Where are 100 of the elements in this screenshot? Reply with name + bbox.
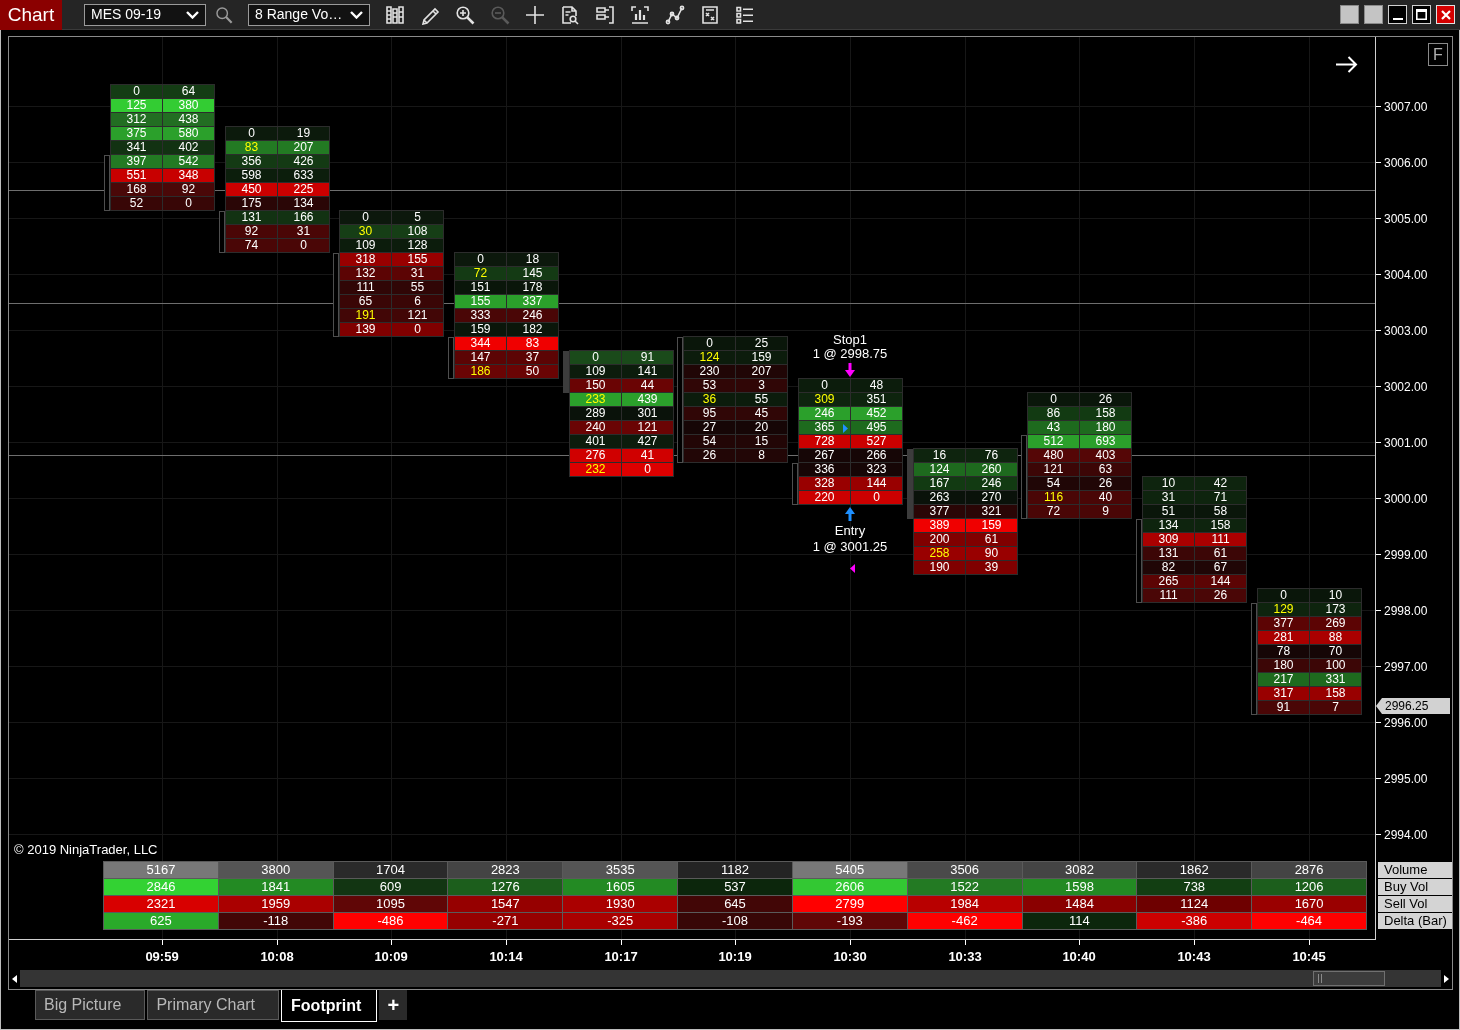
zoom-in-icon[interactable] [455, 4, 475, 25]
ask-volume-cell: 5 [392, 211, 443, 224]
summary-cell: -486 [333, 913, 448, 929]
ask-volume-cell: 321 [966, 505, 1017, 518]
interval-dropdown[interactable]: 8 Range Vo… [248, 3, 370, 26]
tab[interactable]: Primary Chart [147, 990, 280, 1020]
arrow-right-icon [1335, 56, 1358, 73]
instrument-dropdown[interactable]: MES 09-19 [84, 3, 206, 26]
ask-volume-cell: 10 [1310, 589, 1361, 602]
bid-volume-cell: 92 [226, 225, 277, 238]
bid-volume-cell: 10 [1143, 477, 1194, 490]
search-icon[interactable] [215, 5, 233, 24]
bid-volume-cell: 728 [799, 435, 850, 448]
columns-icon[interactable] [385, 4, 405, 25]
ask-volume-cell: 246 [966, 477, 1017, 490]
bid-volume-cell: 16 [914, 449, 965, 462]
time-label: 10:45 [1292, 949, 1326, 964]
order-label: Stop1 [833, 333, 867, 347]
bid-volume-cell: 168 [111, 183, 162, 196]
bid-volume-cell: 230 [684, 365, 735, 378]
ask-volume-cell: 0 [392, 323, 443, 336]
maximize-button[interactable] [1412, 5, 1431, 24]
summary-cell: -386 [1137, 913, 1252, 929]
bid-volume-cell: 116 [1028, 491, 1079, 504]
ask-volume-cell: 693 [1080, 435, 1131, 448]
arrow-down-icon [845, 363, 855, 377]
summary-cell: 609 [333, 879, 448, 895]
ask-volume-cell: 55 [392, 281, 443, 294]
price-label: 2998.00 [1384, 604, 1428, 618]
order-detail: 1 @ 2998.75 [812, 347, 888, 361]
time-label: 10:09 [374, 949, 408, 964]
minimize-button[interactable] [1388, 5, 1407, 24]
price-label: 3007.00 [1384, 100, 1428, 114]
close-button[interactable] [1436, 5, 1455, 24]
ask-volume-cell: 67 [1195, 561, 1246, 574]
ask-volume-cell: 225 [278, 183, 329, 196]
ask-volume-cell: 64 [163, 85, 214, 98]
bid-volume-cell: 0 [455, 253, 506, 266]
summary-cell: 2876 [1252, 862, 1366, 878]
ask-volume-cell: 380 [163, 99, 214, 112]
summary-cell: 1276 [448, 879, 563, 895]
ask-volume-cell: 182 [507, 323, 558, 336]
summary-cell: 1522 [907, 879, 1022, 895]
list-icon[interactable] [735, 4, 755, 25]
ask-volume-cell: 180 [1080, 421, 1131, 434]
summary-cell: -108 [678, 913, 792, 929]
ask-volume-cell: 159 [966, 519, 1017, 532]
bid-volume-cell: 134 [1143, 519, 1194, 532]
ask-volume-cell: 158 [1195, 519, 1246, 532]
document-icon[interactable] [700, 4, 720, 25]
ask-volume-cell: 439 [622, 393, 673, 406]
bid-volume-cell: 111 [340, 281, 391, 294]
summary-cell: -464 [1252, 913, 1366, 929]
horizontal-scrollbar[interactable] [20, 970, 1441, 987]
bar-chart-icon[interactable] [630, 4, 650, 25]
bid-volume-cell: 65 [340, 295, 391, 308]
document-search-icon[interactable] [560, 4, 580, 25]
add-tab-button[interactable]: + [379, 990, 408, 1020]
minimize-icon [1392, 18, 1403, 20]
panel-icon[interactable] [595, 4, 615, 25]
bid-volume-cell: 186 [455, 365, 506, 378]
ask-volume-cell: 63 [1080, 463, 1131, 476]
bid-volume-cell: 111 [1143, 589, 1194, 602]
bid-volume-cell: 54 [684, 435, 735, 448]
bid-volume-cell: 52 [111, 197, 162, 210]
axis-button[interactable]: F [1428, 43, 1448, 66]
bid-volume-cell: 86 [1028, 407, 1079, 420]
ask-volume-cell: 270 [966, 491, 1017, 504]
summary-cell: 625 [104, 913, 218, 929]
price-label: 3005.00 [1384, 212, 1428, 226]
time-label: 10:14 [489, 949, 523, 964]
summary-cell: 1930 [563, 896, 678, 912]
ask-volume-cell: 155 [392, 253, 443, 266]
bid-volume-cell: 129 [1258, 603, 1309, 616]
bid-volume-cell: 356 [226, 155, 277, 168]
ask-volume-cell: 26 [1080, 477, 1131, 490]
ask-volume-cell: 31 [392, 267, 443, 280]
tab[interactable]: Big Picture [35, 990, 146, 1020]
ask-volume-cell: 83 [507, 337, 558, 350]
ask-volume-cell: 452 [851, 407, 902, 420]
bid-volume-cell: 0 [111, 85, 162, 98]
tab[interactable]: Footprint [281, 990, 378, 1022]
crosshair-icon[interactable] [525, 4, 545, 25]
scrollbar-thumb[interactable] [1313, 971, 1385, 986]
summary-cell: 1206 [1252, 879, 1366, 895]
summary-cell: 2321 [104, 896, 218, 912]
bid-volume-cell: 328 [799, 477, 850, 490]
line-chart-icon[interactable] [665, 4, 685, 25]
summary-cell: 2823 [448, 862, 563, 878]
time-label: 10:08 [260, 949, 294, 964]
bid-volume-cell: 78 [1258, 645, 1309, 658]
ask-volume-cell: 495 [851, 421, 902, 434]
ask-volume-cell: 260 [966, 463, 1017, 476]
bid-volume-cell: 132 [340, 267, 391, 280]
ask-volume-cell: 44 [622, 379, 673, 392]
bid-volume-cell: 344 [455, 337, 506, 350]
ask-volume-cell: 542 [163, 155, 214, 168]
bid-volume-cell: 0 [340, 211, 391, 224]
ask-volume-cell: 166 [278, 211, 329, 224]
bid-volume-cell: 151 [455, 281, 506, 294]
